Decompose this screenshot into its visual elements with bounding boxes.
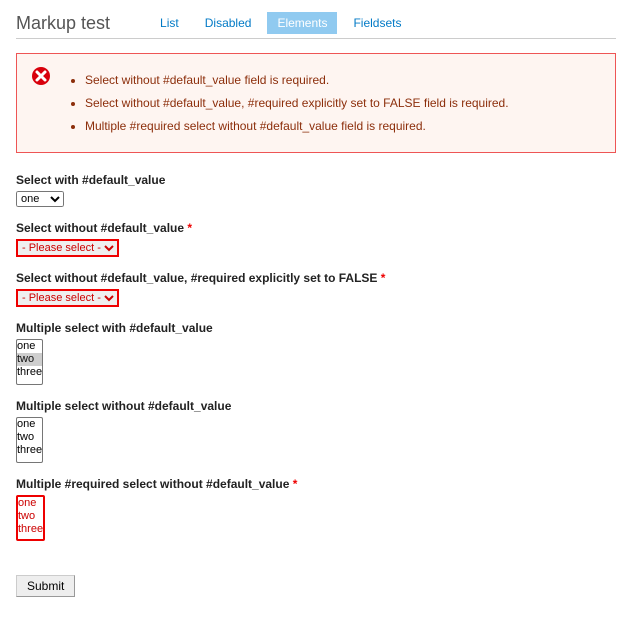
required-marker: * (187, 221, 192, 235)
field-label: Multiple select without #default_value (16, 399, 616, 413)
error-item: Select without #default_value field is r… (85, 71, 509, 89)
tab-bar: List DisabledElements Fieldsets (150, 12, 411, 34)
form-item-f4: Multiple select with #default_value onet… (16, 321, 616, 385)
page-header: Markup test List DisabledElements Fieldset… (16, 8, 616, 39)
field-label: Select with #default_value (16, 173, 616, 187)
tab-disabled[interactable]: Disabled (195, 12, 262, 34)
field-label: Select without #default_value * (16, 221, 616, 235)
error-message-box: Select without #default_value field is r… (16, 53, 616, 153)
form-item-f1: Select with #default_value onetwothree (16, 173, 616, 207)
form-item-f5: Multiple select without #default_value o… (16, 399, 616, 463)
form-item-f6: Multiple #required select without #defau… (16, 477, 616, 541)
select-f4[interactable]: onetwothree (16, 339, 43, 385)
tab-fieldsets[interactable]: Fieldsets (343, 12, 411, 34)
select-f6[interactable]: onetwothree (16, 495, 45, 541)
submit-button[interactable]: Submit (16, 575, 75, 597)
select-f3[interactable]: - Please select -onetwothree (16, 289, 119, 307)
error-icon (31, 66, 51, 140)
form: Select with #default_value onetwothreeSe… (16, 173, 616, 541)
error-list: Select without #default_value field is r… (85, 66, 509, 140)
form-item-f3: Select without #default_value, #required… (16, 271, 616, 307)
tab-elements[interactable]: Elements (267, 12, 337, 34)
field-label: Multiple #required select without #defau… (16, 477, 616, 491)
field-label: Select without #default_value, #required… (16, 271, 616, 285)
error-item: Select without #default_value, #required… (85, 94, 509, 112)
required-marker: * (381, 271, 386, 285)
submit-wrapper: Submit (16, 575, 616, 597)
select-f1[interactable]: onetwothree (16, 191, 64, 207)
required-marker: * (293, 477, 298, 491)
tab-list[interactable]: List (150, 12, 189, 34)
form-item-f2: Select without #default_value * - Please … (16, 221, 616, 257)
page-title: Markup test (16, 13, 110, 34)
error-item: Multiple #required select without #defau… (85, 117, 509, 135)
field-label: Multiple select with #default_value (16, 321, 616, 335)
select-f5[interactable]: onetwothree (16, 417, 43, 463)
select-f2[interactable]: - Please select -onetwothree (16, 239, 119, 257)
